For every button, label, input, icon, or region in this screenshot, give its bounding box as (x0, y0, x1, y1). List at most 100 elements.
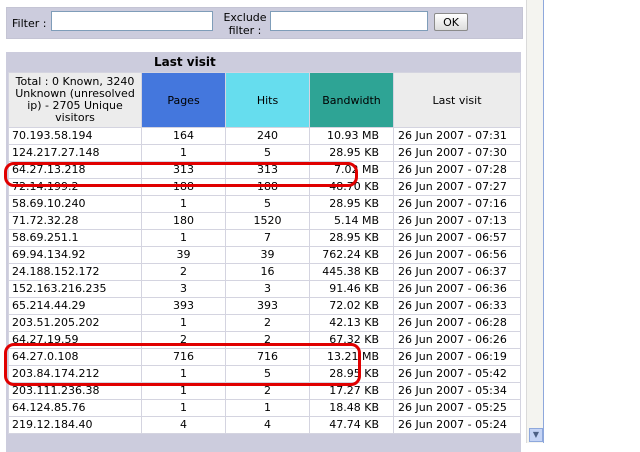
host-cell[interactable]: 64.27.19.59 (8, 331, 142, 349)
hits-cell: 16 (225, 263, 310, 281)
last-visit-cell: 26 Jun 2007 - 06:26 (393, 331, 521, 349)
pages-cell: 393 (141, 297, 226, 315)
filter-input[interactable] (51, 11, 213, 31)
host-cell[interactable]: 24.188.152.172 (8, 263, 142, 281)
hits-cell: 393 (225, 297, 310, 315)
panel-title-bar: Last visit (6, 52, 521, 72)
host-cell[interactable]: 65.214.44.29 (8, 297, 142, 315)
host-cell[interactable]: 64.27.0.108 (8, 348, 142, 366)
bandwidth-cell: 762.24 KB (309, 246, 394, 264)
last-visit-cell: 26 Jun 2007 - 06:33 (393, 297, 521, 315)
host-cell[interactable]: 58.69.251.1 (8, 229, 142, 247)
host-cell[interactable]: 124.217.27.148 (8, 144, 142, 162)
hits-cell: 7 (225, 229, 310, 247)
hits-cell: 1 (225, 399, 310, 417)
panel-title: Last visit (154, 55, 216, 69)
header-last-visit[interactable]: Last visit (393, 72, 521, 128)
last-visit-cell: 26 Jun 2007 - 06:56 (393, 246, 521, 264)
pages-cell: 716 (141, 348, 226, 366)
host-cell[interactable]: 152.163.216.235 (8, 280, 142, 298)
host-cell[interactable]: 219.12.184.40 (8, 416, 142, 434)
bandwidth-cell: 48.70 KB (309, 178, 394, 196)
host-cell[interactable]: 203.111.236.38 (8, 382, 142, 400)
scrollbar-track[interactable] (526, 0, 543, 443)
exclude-filter-input[interactable] (270, 11, 428, 31)
pages-cell: 2 (141, 263, 226, 281)
hits-cell: 3 (225, 280, 310, 298)
last-visit-cell: 26 Jun 2007 - 07:16 (393, 195, 521, 213)
pages-cell: 1 (141, 144, 226, 162)
table-row: 203.84.174.212 1 5 28.95 KB 26 Jun 2007 - 05… (8, 365, 521, 383)
last-visit-cell: 26 Jun 2007 - 06:36 (393, 280, 521, 298)
table-row: 124.217.27.148 1 5 28.95 KB 26 Jun 2007 - 07… (8, 144, 521, 162)
host-cell[interactable]: 70.193.58.194 (8, 127, 142, 145)
hits-cell: 240 (225, 127, 310, 145)
host-cell[interactable]: 203.51.205.202 (8, 314, 142, 332)
hits-cell: 313 (225, 161, 310, 179)
table-row: 72.14.199.2 188 188 48.70 KB 26 Jun 2007 - 0… (8, 178, 521, 196)
table-row: 64.124.85.76 1 1 18.48 KB 26 Jun 2007 - 05:2… (8, 399, 521, 417)
host-cell[interactable]: 64.27.13.218 (8, 161, 142, 179)
bandwidth-cell: 47.74 KB (309, 416, 394, 434)
host-cell[interactable]: 72.14.199.2 (8, 178, 142, 196)
bandwidth-cell: 91.46 KB (309, 280, 394, 298)
last-visit-cell: 26 Jun 2007 - 05:34 (393, 382, 521, 400)
pages-cell: 1 (141, 399, 226, 417)
arrow-down-icon: ▼ (532, 430, 540, 439)
bandwidth-cell: 7.02 MB (309, 161, 394, 179)
table-row: 58.69.251.1 1 7 28.95 KB 26 Jun 2007 - 06:57 (8, 229, 521, 247)
header-pages[interactable]: Pages (141, 72, 226, 128)
last-visit-cell: 26 Jun 2007 - 05:42 (393, 365, 521, 383)
bandwidth-cell: 17.27 KB (309, 382, 394, 400)
header-bandwidth[interactable]: Bandwidth (309, 72, 394, 128)
pages-cell: 2 (141, 331, 226, 349)
header-row: Total : 0 Known, 3240 Unknown (unresolve… (8, 72, 521, 128)
last-visit-cell: 26 Jun 2007 - 07:31 (393, 127, 521, 145)
pages-cell: 313 (141, 161, 226, 179)
pages-cell: 180 (141, 212, 226, 230)
pages-cell: 1 (141, 314, 226, 332)
hits-cell: 1520 (225, 212, 310, 230)
pages-cell: 164 (141, 127, 226, 145)
bandwidth-cell: 28.95 KB (309, 365, 394, 383)
bandwidth-cell: 10.93 MB (309, 127, 394, 145)
host-cell[interactable]: 64.124.85.76 (8, 399, 142, 417)
bandwidth-cell: 28.95 KB (309, 229, 394, 247)
host-cell[interactable]: 71.72.32.28 (8, 212, 142, 230)
pages-cell: 188 (141, 178, 226, 196)
hits-cell: 188 (225, 178, 310, 196)
bandwidth-cell: 5.14 MB (309, 212, 394, 230)
pages-cell: 4 (141, 416, 226, 434)
table-row: 64.27.19.59 2 2 67.32 KB 26 Jun 2007 - 06:26 (8, 331, 521, 349)
table-row: 70.193.58.194 164 240 10.93 MB 26 Jun 2007 -… (8, 127, 521, 145)
last-visit-cell: 26 Jun 2007 - 07:13 (393, 212, 521, 230)
table-row: 24.188.152.172 2 16 445.38 KB 26 Jun 2007 - … (8, 263, 521, 281)
last-visit-cell: 26 Jun 2007 - 07:28 (393, 161, 521, 179)
pages-cell: 1 (141, 382, 226, 400)
ok-button[interactable]: OK (434, 13, 468, 31)
host-cell[interactable]: 69.94.134.92 (8, 246, 142, 264)
last-visit-cell: 26 Jun 2007 - 05:25 (393, 399, 521, 417)
host-cell[interactable]: 58.69.10.240 (8, 195, 142, 213)
bandwidth-cell: 42.13 KB (309, 314, 394, 332)
header-hits[interactable]: Hits (225, 72, 310, 128)
filter-bar: Filter : Exclude filter : OK (6, 7, 523, 39)
hits-cell: 2 (225, 331, 310, 349)
hits-cell: 5 (225, 365, 310, 383)
host-cell[interactable]: 203.84.174.212 (8, 365, 142, 383)
hits-cell: 5 (225, 144, 310, 162)
bandwidth-cell: 28.95 KB (309, 195, 394, 213)
table-row: 58.69.10.240 1 5 28.95 KB 26 Jun 2007 - 07:1… (8, 195, 521, 213)
bandwidth-cell: 445.38 KB (309, 263, 394, 281)
hits-cell: 2 (225, 314, 310, 332)
last-visit-cell: 26 Jun 2007 - 07:30 (393, 144, 521, 162)
window-border (543, 0, 544, 443)
visits-table: Total : 0 Known, 3240 Unknown (unresolve… (8, 72, 521, 434)
hits-cell: 2 (225, 382, 310, 400)
last-visit-cell: 26 Jun 2007 - 06:57 (393, 229, 521, 247)
last-visit-cell: 26 Jun 2007 - 05:24 (393, 416, 521, 434)
bandwidth-cell: 13.21 MB (309, 348, 394, 366)
last-visit-cell: 26 Jun 2007 - 07:27 (393, 178, 521, 196)
last-visit-cell: 26 Jun 2007 - 06:19 (393, 348, 521, 366)
scroll-down-button[interactable]: ▼ (529, 428, 543, 442)
